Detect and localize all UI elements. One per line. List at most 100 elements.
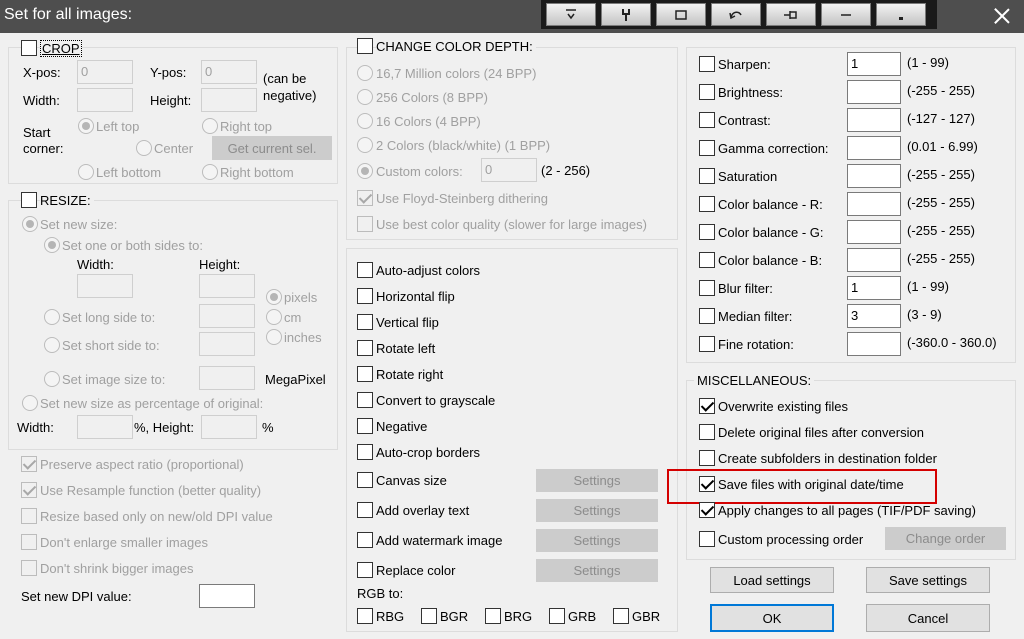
- toolbar-undo-icon[interactable]: [711, 3, 761, 26]
- grayscale-checkbox[interactable]: [357, 392, 373, 408]
- get-current-sel-button[interactable]: Get current sel.: [212, 136, 332, 160]
- median-input[interactable]: 3: [847, 304, 901, 328]
- long-side-input[interactable]: [199, 304, 255, 328]
- radio-center[interactable]: [136, 140, 152, 156]
- balance-g-checkbox[interactable]: [699, 224, 715, 240]
- color-depth-checkbox[interactable]: [357, 38, 373, 54]
- radio-percentage[interactable]: [22, 395, 38, 411]
- overlay-text-checkbox[interactable]: [357, 502, 373, 518]
- sharpen-checkbox[interactable]: [699, 56, 715, 72]
- preserve-aspect-checkbox[interactable]: [21, 456, 37, 472]
- save-settings-button[interactable]: Save settings: [866, 567, 990, 593]
- subfolders-checkbox[interactable]: [699, 450, 715, 466]
- xpos-input[interactable]: 0: [77, 60, 133, 84]
- radio-24bpp[interactable]: [357, 65, 373, 81]
- apply-pages-checkbox[interactable]: [699, 502, 715, 518]
- toolbar-download-icon[interactable]: [546, 3, 596, 26]
- radio-inches[interactable]: [266, 329, 282, 345]
- brightness-checkbox[interactable]: [699, 84, 715, 100]
- toolbar-window-icon[interactable]: [656, 3, 706, 26]
- radio-4bpp[interactable]: [357, 113, 373, 129]
- image-size-input[interactable]: [199, 366, 255, 390]
- cancel-button[interactable]: Cancel: [866, 604, 990, 632]
- ok-button[interactable]: OK: [710, 604, 834, 632]
- radio-set-new-size[interactable]: [22, 216, 38, 232]
- rgb-bgr-checkbox[interactable]: [421, 608, 437, 624]
- resize-checkbox[interactable]: [21, 192, 37, 208]
- rgb-gbr-checkbox[interactable]: [613, 608, 629, 624]
- blur-checkbox[interactable]: [699, 280, 715, 296]
- delete-original-checkbox[interactable]: [699, 424, 715, 440]
- hflip-checkbox[interactable]: [357, 288, 373, 304]
- gamma-checkbox[interactable]: [699, 140, 715, 156]
- toolbar-minimize-icon[interactable]: [876, 3, 926, 26]
- canvas-size-checkbox[interactable]: [357, 472, 373, 488]
- rotate-left-checkbox[interactable]: [357, 340, 373, 356]
- radio-right-bottom[interactable]: [202, 164, 218, 180]
- resize-height-input[interactable]: [199, 274, 255, 298]
- pct-height-input[interactable]: [201, 415, 257, 439]
- short-side-input[interactable]: [199, 332, 255, 356]
- radio-image-size[interactable]: [44, 371, 60, 387]
- change-order-button[interactable]: Change order: [885, 527, 1006, 550]
- custom-order-checkbox[interactable]: [699, 531, 715, 547]
- ypos-input[interactable]: 0: [201, 60, 257, 84]
- overwrite-checkbox[interactable]: [699, 398, 715, 414]
- fine-rotation-input[interactable]: [847, 332, 901, 356]
- blur-input[interactable]: 1: [847, 276, 901, 300]
- pct-width-input[interactable]: [77, 415, 133, 439]
- radio-8bpp[interactable]: [357, 89, 373, 105]
- sharpen-input[interactable]: 1: [847, 52, 901, 76]
- auto-adjust-checkbox[interactable]: [357, 262, 373, 278]
- autocrop-checkbox[interactable]: [357, 444, 373, 460]
- contrast-checkbox[interactable]: [699, 112, 715, 128]
- watermark-checkbox[interactable]: [357, 532, 373, 548]
- rotate-right-checkbox[interactable]: [357, 366, 373, 382]
- balance-r-input[interactable]: [847, 192, 901, 216]
- dont-shrink-checkbox[interactable]: [21, 560, 37, 576]
- balance-b-input[interactable]: [847, 248, 901, 272]
- toolbar-minus-icon[interactable]: [821, 3, 871, 26]
- rgb-rbg-checkbox[interactable]: [357, 608, 373, 624]
- custom-colors-input[interactable]: 0: [481, 158, 537, 182]
- saturation-input[interactable]: [847, 164, 901, 188]
- toolbar-pin-icon[interactable]: [766, 3, 816, 26]
- balance-b-checkbox[interactable]: [699, 252, 715, 268]
- median-checkbox[interactable]: [699, 308, 715, 324]
- radio-cm[interactable]: [266, 309, 282, 325]
- rgb-grb-checkbox[interactable]: [549, 608, 565, 624]
- load-settings-button[interactable]: Load settings: [710, 567, 834, 593]
- floyd-checkbox[interactable]: [357, 190, 373, 206]
- negative-checkbox[interactable]: [357, 418, 373, 434]
- balance-g-input[interactable]: [847, 220, 901, 244]
- resize-width-input[interactable]: [77, 274, 133, 298]
- brightness-input[interactable]: [847, 80, 901, 104]
- radio-short-side[interactable]: [44, 337, 60, 353]
- crop-height-input[interactable]: [201, 88, 257, 112]
- radio-long-side[interactable]: [44, 309, 60, 325]
- resize-dpi-checkbox[interactable]: [21, 508, 37, 524]
- contrast-input[interactable]: [847, 108, 901, 132]
- radio-left-bottom[interactable]: [78, 164, 94, 180]
- close-icon[interactable]: [990, 4, 1014, 28]
- radio-set-one-or-both[interactable]: [44, 237, 60, 253]
- radio-pixels[interactable]: [266, 289, 282, 305]
- use-resample-checkbox[interactable]: [21, 482, 37, 498]
- dpi-input[interactable]: [199, 584, 255, 608]
- best-quality-checkbox[interactable]: [357, 216, 373, 232]
- replace-color-settings-button[interactable]: Settings: [536, 559, 658, 582]
- toolbar-wrench-icon[interactable]: [601, 3, 651, 26]
- dont-enlarge-checkbox[interactable]: [21, 534, 37, 550]
- radio-1bpp[interactable]: [357, 137, 373, 153]
- canvas-settings-button[interactable]: Settings: [536, 469, 658, 492]
- overlay-settings-button[interactable]: Settings: [536, 499, 658, 522]
- replace-color-checkbox[interactable]: [357, 562, 373, 578]
- saturation-checkbox[interactable]: [699, 168, 715, 184]
- crop-width-input[interactable]: [77, 88, 133, 112]
- radio-left-top[interactable]: [78, 118, 94, 134]
- vflip-checkbox[interactable]: [357, 314, 373, 330]
- fine-rotation-checkbox[interactable]: [699, 336, 715, 352]
- radio-right-top[interactable]: [202, 118, 218, 134]
- crop-checkbox[interactable]: [21, 40, 37, 56]
- rgb-brg-checkbox[interactable]: [485, 608, 501, 624]
